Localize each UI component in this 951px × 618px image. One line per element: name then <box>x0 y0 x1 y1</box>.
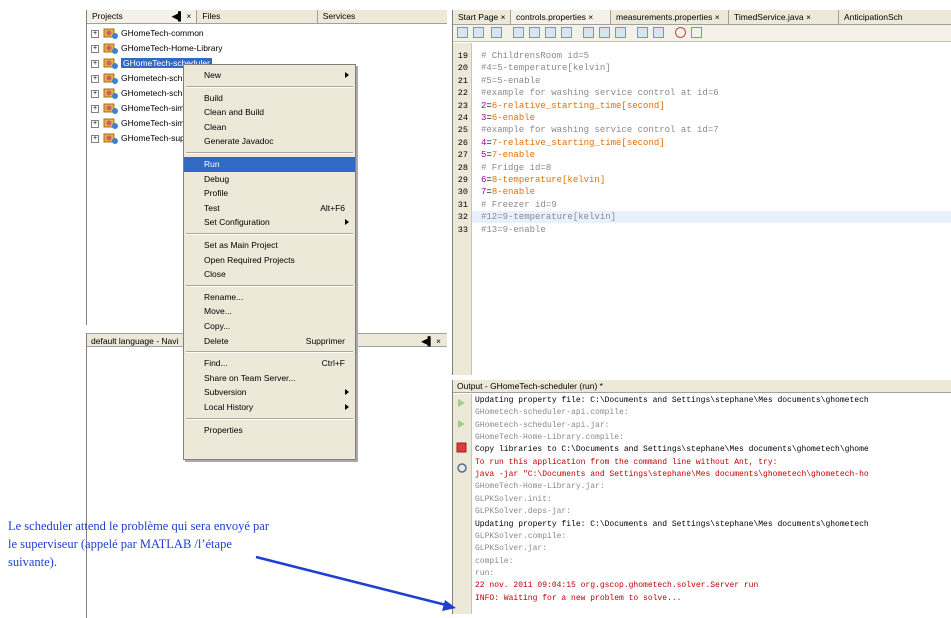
arrow-line <box>255 555 451 608</box>
annotation-note: Le scheduler attend le problème qui sera… <box>8 519 269 569</box>
arrow-head <box>442 600 456 611</box>
